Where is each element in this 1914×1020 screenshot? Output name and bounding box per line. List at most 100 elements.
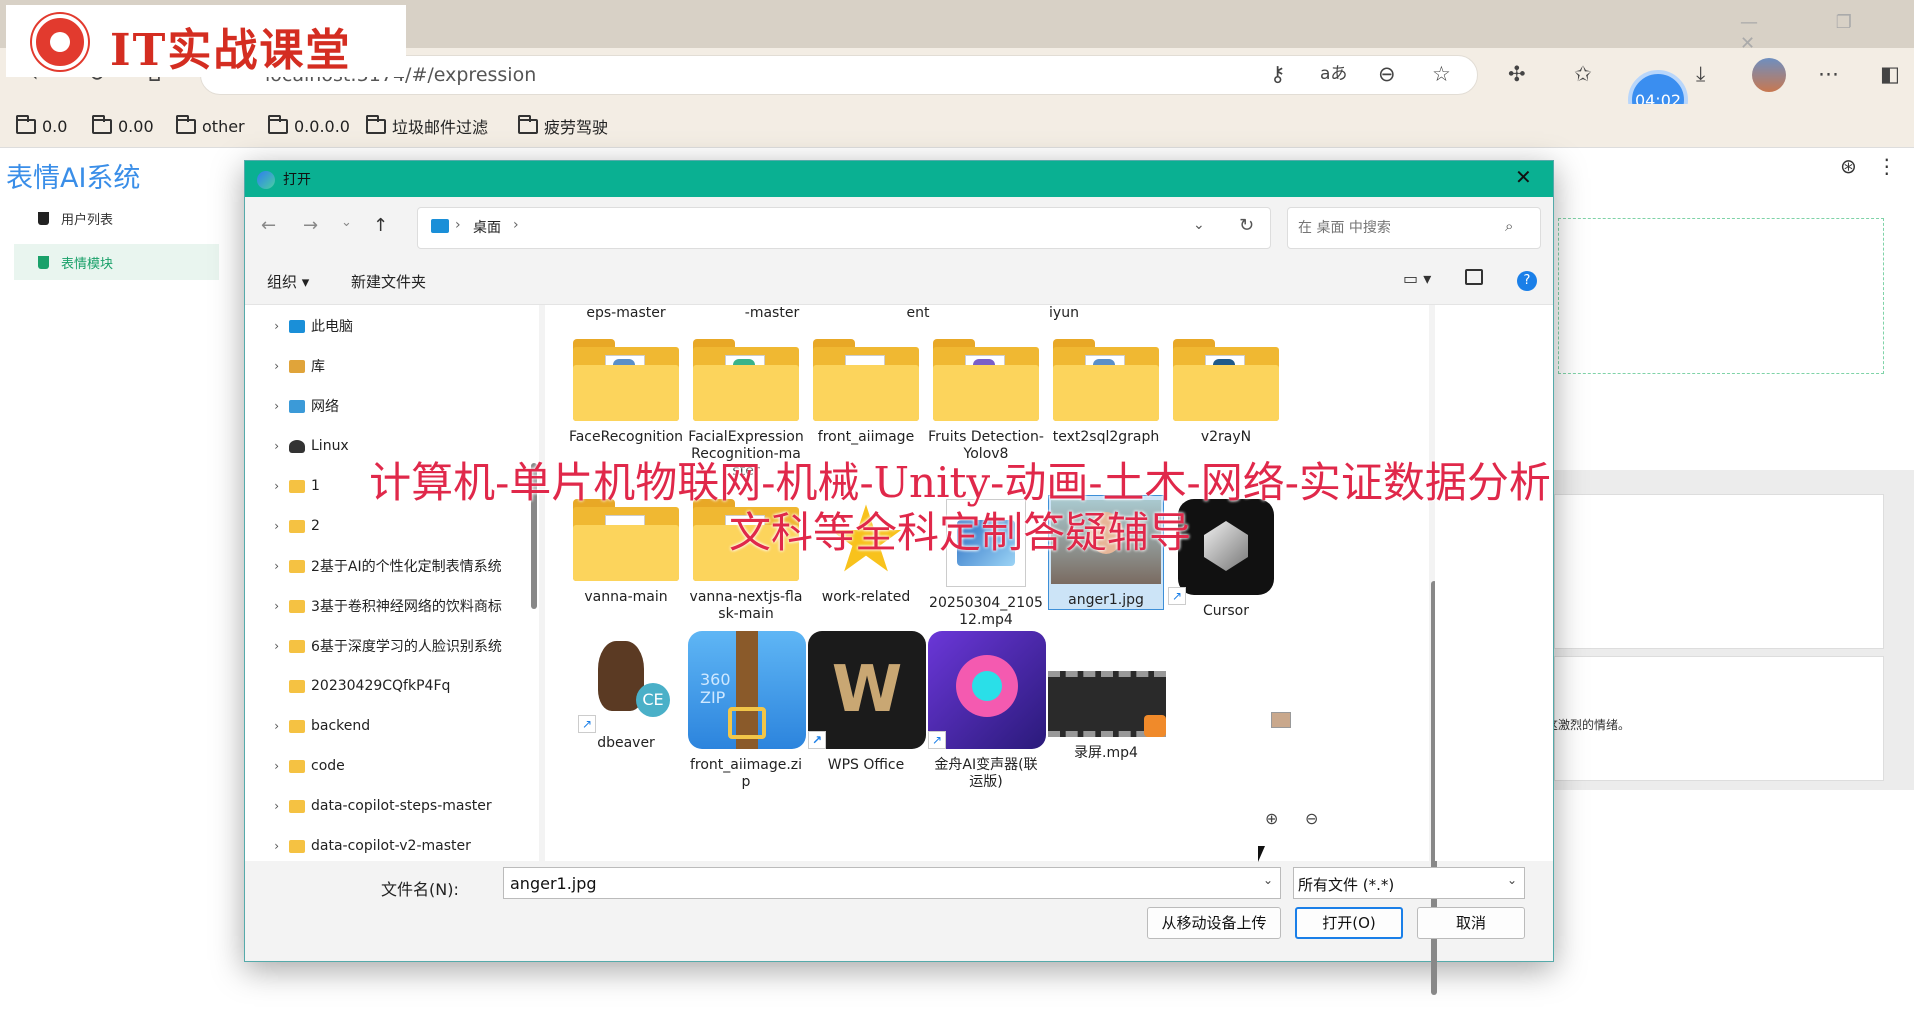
expand-arrow-icon[interactable]: › (245, 799, 289, 813)
bookmark-folder[interactable]: 垃圾邮件过滤 (366, 114, 488, 138)
file-item[interactable]: 360 ZIP front_aiimage.zip (688, 627, 806, 791)
nav-tree-item[interactable]: › 1 (245, 469, 539, 503)
navigation-scrollbar[interactable] (531, 463, 537, 609)
filetype-select[interactable]: 所有文件 (*.*) (1293, 867, 1525, 899)
sidebar-item-users[interactable]: 用户列表 (14, 200, 219, 236)
cursor-app-icon: ↗ (1168, 499, 1274, 605)
chevron-down-icon[interactable]: ⌄ (1193, 217, 1205, 233)
file-item[interactable]: text2sql2graph (1048, 335, 1164, 446)
zoom-icon[interactable]: ⊖ (1378, 62, 1396, 86)
expand-arrow-icon[interactable]: › (245, 439, 289, 453)
nav-tree-item[interactable]: › Linux (245, 429, 539, 463)
bookmark-folder[interactable]: 0.00 (92, 114, 154, 138)
nav-tree-item[interactable]: › 6基于深度学习的人脸识别系统 (245, 629, 539, 663)
preview-pane-icon[interactable] (1465, 269, 1483, 285)
organize-button[interactable]: 组织 ▾ (267, 271, 309, 292)
file-item[interactable]: front_aiimage (808, 335, 924, 446)
header-icons[interactable]: ⊛⋮ (1840, 154, 1914, 178)
file-item[interactable]: ★ work-related (808, 494, 924, 606)
nav-tree-item[interactable]: › 2基于AI的个性化定制表情系统 (245, 549, 539, 583)
bookmark-folder[interactable]: 0.0.0.0 (268, 114, 350, 138)
more-menu-icon[interactable]: ⋯ (1818, 62, 1839, 86)
expand-arrow-icon[interactable]: › (245, 639, 289, 653)
view-icon[interactable]: ▭ ▾ (1403, 269, 1431, 288)
upload-from-mobile-button[interactable]: 从移动设备上传 (1147, 907, 1281, 939)
wps-office-icon: W ↗ (808, 631, 926, 749)
expand-arrow-icon[interactable]: › (245, 839, 289, 853)
nav-tree-item[interactable]: › 3基于卷积神经网络的饮料商标 (245, 589, 539, 623)
expand-arrow-icon[interactable]: › (245, 399, 289, 413)
file-item[interactable]: Fruits Detection-Yolov8 (928, 335, 1044, 463)
sidebar-item-expression[interactable]: 表情模块 (14, 244, 219, 280)
file-item[interactable]: 20250304_210512.mp4 (928, 495, 1044, 629)
chevron-down-icon[interactable]: ⌄ (1507, 873, 1517, 887)
favorites-icon[interactable]: ✩ (1574, 62, 1592, 86)
password-key-icon[interactable]: ⚷ (1270, 62, 1285, 86)
bookmark-folder[interactable]: 疲劳驾驶 (518, 114, 608, 138)
arrow-right-icon[interactable]: → (303, 215, 318, 236)
nav-tree-item[interactable]: 20230429CQfkP4Fq (245, 669, 539, 703)
nav-tree-item[interactable]: › backend (245, 709, 539, 743)
zoom-in-icon[interactable]: ⊕ (1265, 809, 1278, 828)
open-button[interactable]: 打开(O) (1295, 907, 1403, 939)
breadcrumb-desktop[interactable]: 桌面 (473, 217, 501, 237)
read-aloud-icon[interactable]: aあ (1320, 62, 1347, 86)
expand-arrow-icon[interactable]: › (245, 719, 289, 733)
help-button[interactable]: ? (1517, 271, 1537, 291)
file-item[interactable]: -master (714, 305, 830, 322)
file-item[interactable]: ↗ 金舟AI变声器(联运版) (928, 627, 1046, 791)
nav-tree-item[interactable]: › data-copilot-steps-master (245, 789, 539, 823)
file-item[interactable]: vanna-main (568, 495, 684, 606)
nav-tree-item[interactable]: › 2 (245, 509, 539, 543)
nav-tree-item[interactable]: › code (245, 749, 539, 783)
breadcrumb-separator: › (513, 217, 519, 233)
file-item-label: 录屏.mp4 (1074, 745, 1138, 761)
search-input[interactable] (1287, 207, 1541, 249)
sidebar-toggle-icon[interactable]: ◧ (1880, 62, 1900, 86)
file-item[interactable]: FaceRecognition (568, 335, 684, 446)
file-item[interactable]: 录屏.mp4 (1048, 627, 1166, 762)
file-item[interactable]: W ↗ WPS Office (808, 627, 926, 774)
recent-dropdown-icon[interactable]: ⌄ (341, 215, 352, 230)
file-item[interactable]: FacialExpressionRecognition-master (688, 335, 804, 480)
favorite-star-icon[interactable]: ☆ (1432, 62, 1451, 86)
file-item[interactable]: v2rayN (1168, 335, 1284, 446)
expand-arrow-icon[interactable]: › (245, 359, 289, 373)
bookmark-folder[interactable]: 0.0 (16, 114, 67, 138)
file-item[interactable]: anger1.jpg (1048, 495, 1164, 610)
arrow-up-icon[interactable]: ↑ (373, 215, 388, 236)
file-item[interactable]: CE ↗ dbeaver (568, 627, 684, 752)
nav-tree-item[interactable]: › 此电脑 (245, 309, 539, 343)
close-icon[interactable]: ✕ (1515, 165, 1532, 189)
chevron-down-icon[interactable]: ⌄ (1263, 873, 1273, 887)
expand-arrow-icon[interactable]: › (245, 319, 289, 333)
search-icon[interactable]: ⌕ (1505, 217, 1513, 235)
expand-arrow-icon[interactable]: › (245, 559, 289, 573)
nav-tree-item[interactable]: › data-copilot-v2-master (245, 829, 539, 861)
expand-arrow-icon[interactable]: › (245, 759, 289, 773)
nav-tree-label: Linux (311, 438, 349, 454)
zoom-out-icon[interactable]: ⊖ (1305, 809, 1318, 828)
cancel-button[interactable]: 取消 (1417, 907, 1525, 939)
download-icon[interactable]: ⤓ (1696, 62, 1705, 86)
extensions-icon[interactable]: ✣ (1508, 62, 1526, 86)
nav-tree-item[interactable]: › 库 (245, 349, 539, 383)
expand-arrow-icon[interactable]: › (245, 519, 289, 533)
file-item[interactable]: eps-master (568, 305, 684, 322)
nav-tree-item[interactable]: › 网络 (245, 389, 539, 423)
profile-avatar[interactable] (1752, 58, 1786, 92)
file-item[interactable]: ent (860, 305, 976, 322)
file-item[interactable]: ↗ Cursor (1168, 495, 1284, 620)
arrow-left-icon[interactable]: ← (261, 215, 276, 236)
upload-dropzone[interactable] (1558, 218, 1884, 374)
new-folder-button[interactable]: 新建文件夹 (351, 271, 426, 292)
bookmark-folder[interactable]: other (176, 114, 245, 138)
folder-icon (289, 839, 305, 853)
path-bar[interactable] (417, 207, 1271, 249)
file-item[interactable]: iyun (1006, 305, 1122, 322)
filename-input[interactable] (503, 867, 1281, 899)
expand-arrow-icon[interactable]: › (245, 599, 289, 613)
expand-arrow-icon[interactable]: › (245, 479, 289, 493)
refresh-icon[interactable]: ↻ (1239, 215, 1254, 236)
file-item[interactable]: vanna-nextjs-flask-main (688, 495, 804, 623)
